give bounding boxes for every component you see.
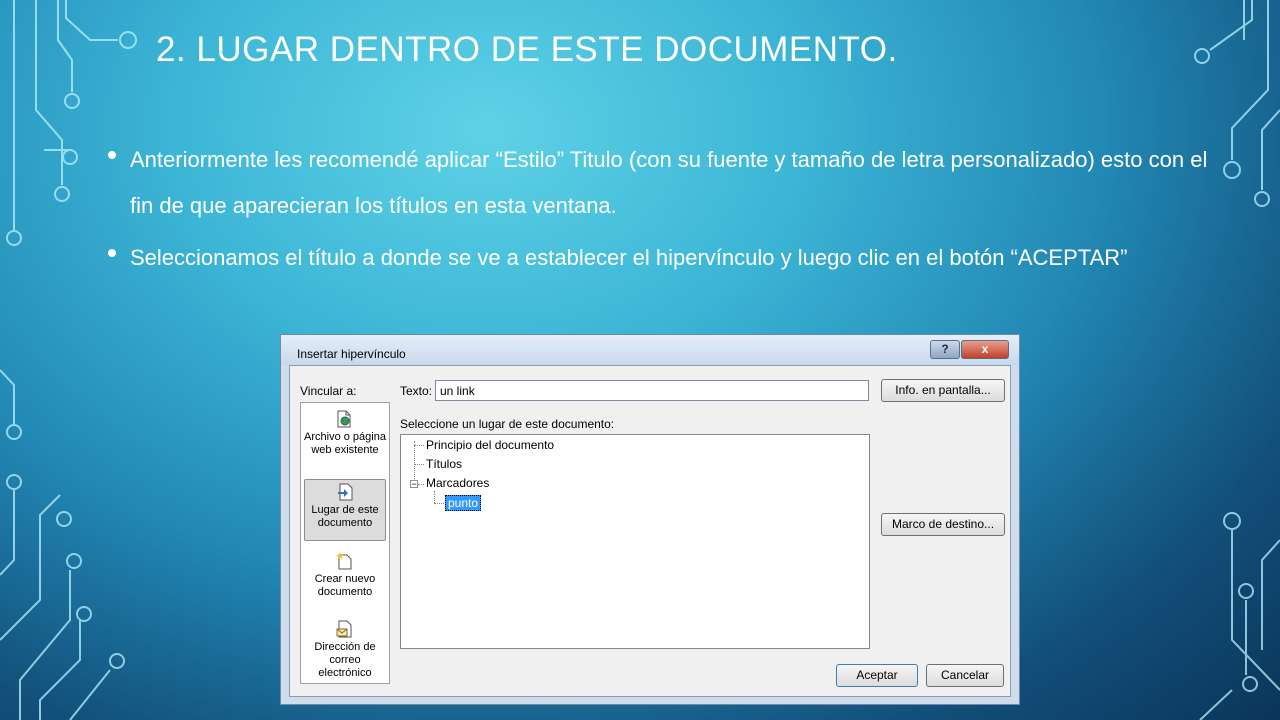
- place-existing-file-web-page[interactable]: Archivo o página web existente: [304, 407, 386, 469]
- place-label: Lugar de este documento: [311, 504, 379, 529]
- collapse-toggle[interactable]: −: [410, 480, 418, 489]
- tree-node-punto[interactable]: punto: [445, 495, 482, 511]
- target-frame-button[interactable]: Marco de destino...: [881, 513, 1005, 536]
- cancel-button[interactable]: Cancelar: [926, 664, 1004, 687]
- tree-node-bookmarks[interactable]: Marcadores: [426, 476, 489, 490]
- text-to-display-input[interactable]: [435, 380, 869, 401]
- tree-line: [414, 441, 415, 481]
- new-document-icon: [336, 552, 352, 570]
- place-label: Dirección de correo electrónico: [314, 641, 376, 679]
- document-places-tree[interactable]: Principio del documento Títulos − Marcad…: [400, 434, 870, 649]
- place-label: Crear nuevo documento: [314, 573, 376, 598]
- dialog-titlebar[interactable]: Insertar hipervínculo ? x: [281, 335, 1019, 365]
- text-label: Texto:: [400, 384, 433, 398]
- bullet-item: Seleccionamos el título a donde se ve a …: [108, 235, 1228, 281]
- tree-node-document-start[interactable]: Principio del documento: [426, 438, 554, 452]
- accept-button[interactable]: Aceptar: [836, 664, 918, 687]
- insert-hyperlink-dialog: Insertar hipervínculo ? x Vincular a: Ar…: [280, 334, 1020, 705]
- close-button[interactable]: x: [961, 340, 1009, 359]
- bullet-item: Anteriormente les recomendé aplicar “Est…: [108, 137, 1228, 229]
- place-this-document[interactable]: Lugar de este documento: [304, 479, 386, 541]
- email-icon: [336, 620, 352, 638]
- tree-line: [434, 491, 435, 503]
- link-to-label: Vincular a:: [300, 384, 357, 398]
- bullet-list: Anteriormente les recomendé aplicar “Est…: [108, 137, 1228, 287]
- web-page-icon: [337, 410, 351, 428]
- help-button[interactable]: ?: [930, 340, 960, 359]
- tree-node-headings[interactable]: Títulos: [426, 457, 462, 471]
- dialog-body: Vincular a: Archivo o página web existen…: [289, 365, 1011, 697]
- tree-line: [414, 464, 424, 465]
- slide-title: 2. LUGAR DENTRO DE ESTE DOCUMENTO.: [156, 30, 898, 69]
- place-email-address[interactable]: Dirección de correo electrónico: [304, 617, 386, 679]
- select-place-label: Seleccione un lugar de este documento:: [400, 417, 615, 431]
- place-new-document[interactable]: Crear nuevo documento: [304, 549, 386, 611]
- tree-line: [418, 484, 424, 485]
- link-to-placesbar: Archivo o página web existente Lugar de …: [300, 402, 390, 684]
- tree-line: [414, 445, 424, 446]
- place-in-document-icon: [338, 483, 353, 501]
- dialog-title: Insertar hipervínculo: [297, 347, 406, 361]
- place-label: Archivo o página web existente: [304, 431, 386, 456]
- tree-line: [434, 503, 444, 504]
- screentip-button[interactable]: Info. en pantalla...: [881, 379, 1005, 402]
